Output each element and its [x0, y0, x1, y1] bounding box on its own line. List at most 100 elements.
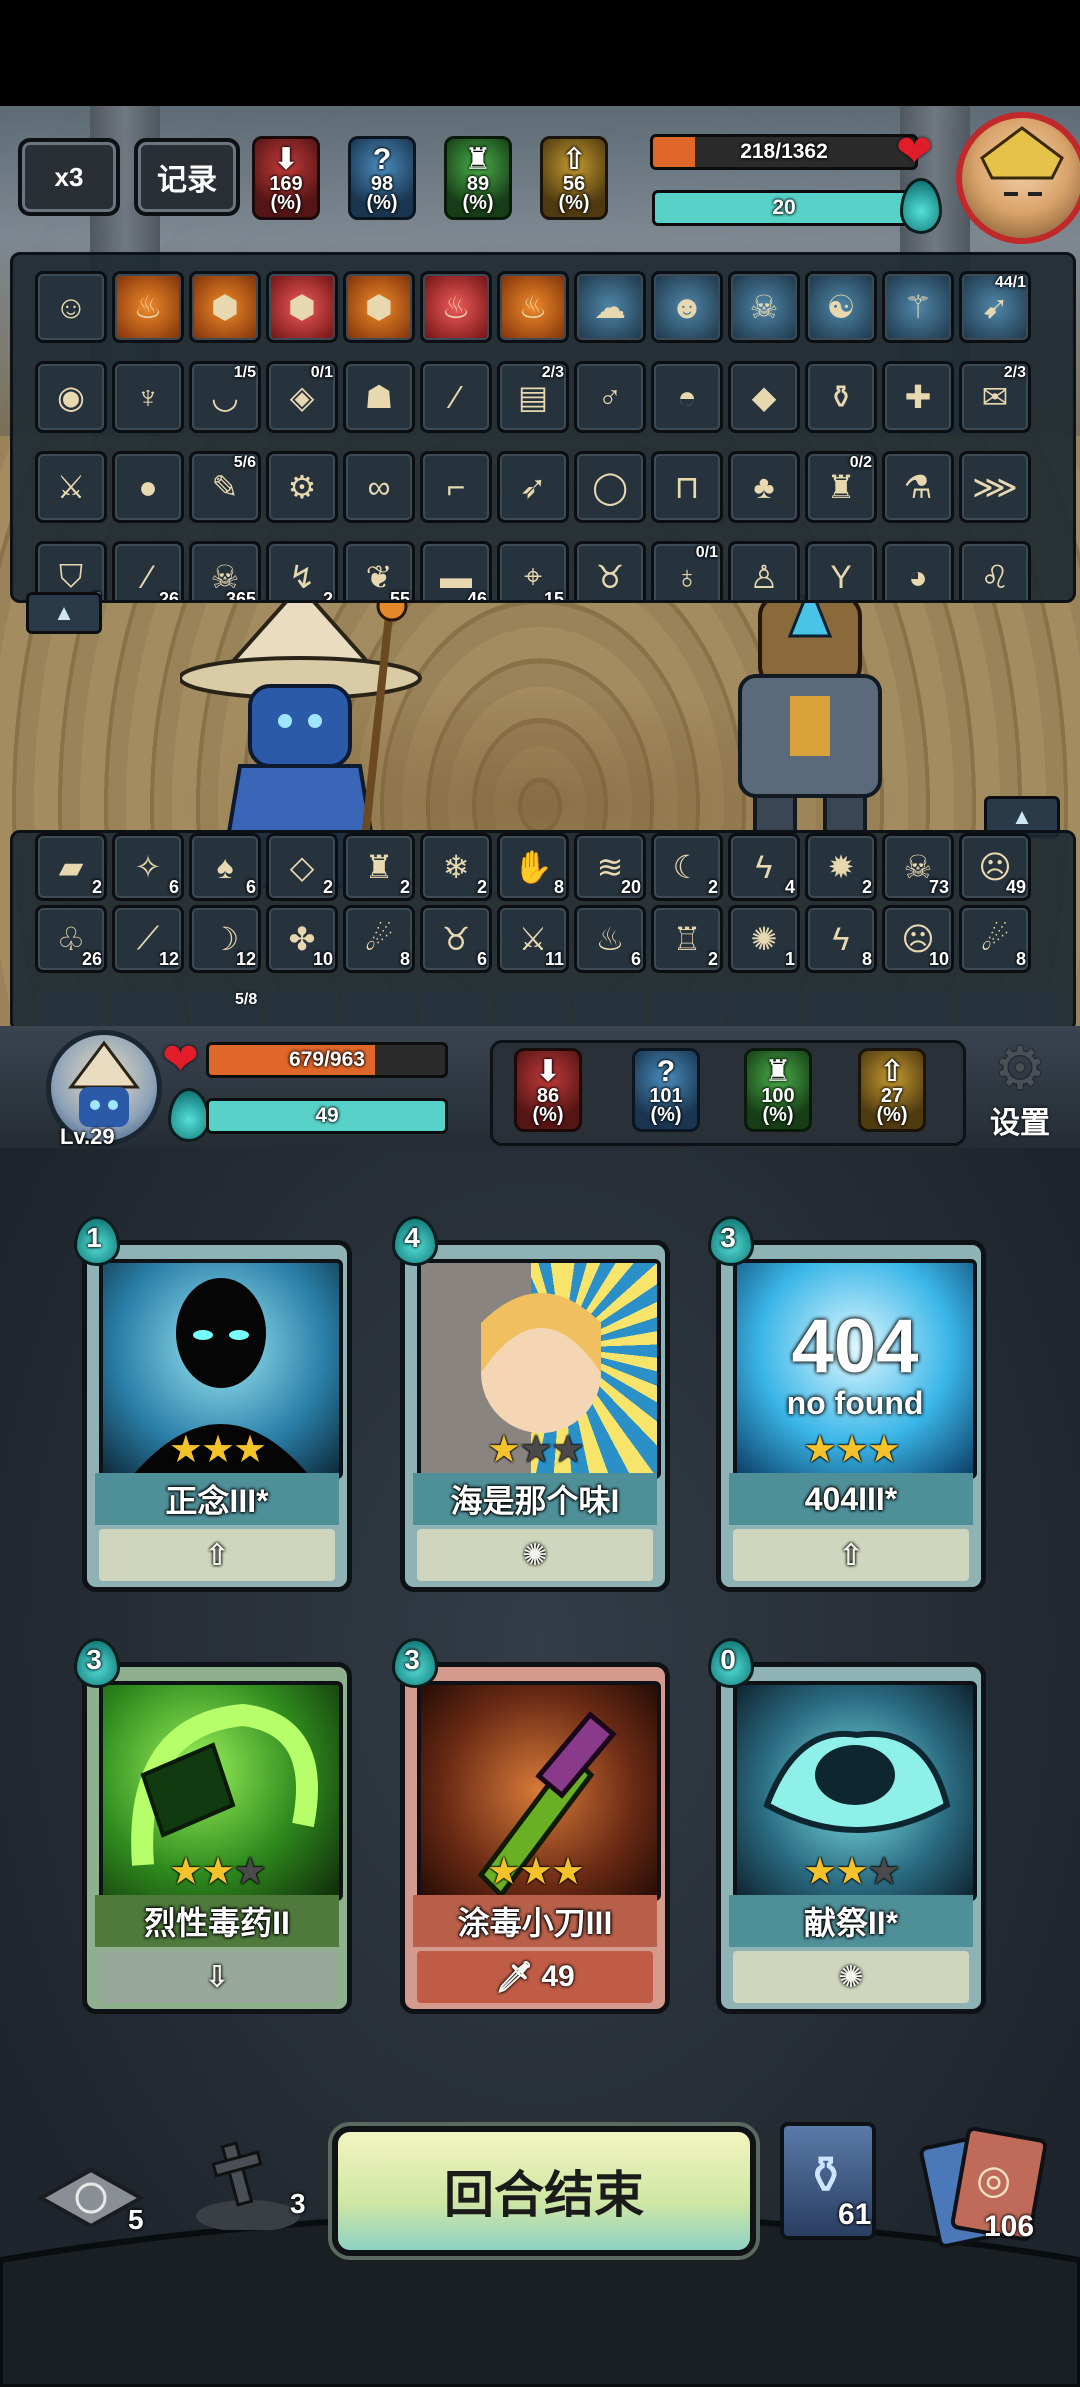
settings-button[interactable]: ⚙ 设置: [978, 1040, 1062, 1144]
hand-card[interactable]: ★★★ 海是那个味I ✺: [400, 1240, 670, 1592]
buff-slot[interactable]: ☄ 8: [343, 905, 415, 973]
relic-slot[interactable]: ♨: [420, 271, 492, 343]
gun-icon: ⌐: [446, 468, 466, 505]
relic-slot[interactable]: ●: [112, 451, 184, 523]
buff-slot[interactable]: ⟋ 12: [112, 905, 184, 973]
relic-slot[interactable]: ☗: [343, 361, 415, 433]
record-button[interactable]: 记录: [134, 138, 240, 216]
relic-slot[interactable]: ♆: [112, 361, 184, 433]
relic-slot[interactable]: ⌐: [420, 451, 492, 523]
relic-slot[interactable]: ♣: [728, 451, 800, 523]
relic-slot[interactable]: ∞: [343, 451, 415, 523]
relic-slot[interactable]: ☠ 365: [189, 541, 261, 600]
relic-slot[interactable]: ⚚: [882, 271, 954, 343]
relic-slot[interactable]: ✚: [882, 361, 954, 433]
relic-slot[interactable]: ◆: [728, 361, 800, 433]
buff-slot[interactable]: ♠ 6: [189, 833, 261, 901]
hand-card[interactable]: ★★★ 正念III* ⇧: [82, 1240, 352, 1592]
buff-slot[interactable]: ✺ 1: [728, 905, 800, 973]
relic-slot[interactable]: Y: [805, 541, 877, 600]
relic-slot[interactable]: ♌: [959, 541, 1031, 600]
relic-slot[interactable]: ⚙: [266, 451, 338, 523]
relic-slot[interactable]: ▬ 46: [420, 541, 492, 600]
relic-slot[interactable]: ☺: [35, 271, 107, 343]
buff-slot[interactable]: ✧ 6: [112, 833, 184, 901]
buff-slot[interactable]: ⚔ 11: [497, 905, 569, 973]
relic-slot[interactable]: ◈ 0/1: [266, 361, 338, 433]
buff-slot[interactable]: ϟ8: [805, 905, 877, 973]
buff-slot[interactable]: ☹ 10: [882, 905, 954, 973]
blue-blade-icon: ∕: [453, 378, 459, 415]
buff-slot[interactable]: ♖ 2: [651, 905, 723, 973]
relic-slot[interactable]: ⁄ 26: [112, 541, 184, 600]
buff-slot[interactable]: ≋ 20: [574, 833, 646, 901]
buff-slot[interactable]: ✹ 2: [805, 833, 877, 901]
collapse-relics-button[interactable]: ▲: [26, 592, 102, 634]
relic-slot[interactable]: ⋙: [959, 451, 1031, 523]
relic-slot[interactable]: ⬢: [189, 271, 261, 343]
buff-slot[interactable]: ♜ 2: [343, 833, 415, 901]
relic-slot[interactable]: ⬢: [266, 271, 338, 343]
buff-slot[interactable]: ϟ4: [728, 833, 800, 901]
hand-card[interactable]: 404 no found ★★★ 404III* ⇧: [716, 1240, 986, 1592]
relic-slot[interactable]: ⚱: [805, 361, 877, 433]
relic-slot[interactable]: ⊓: [651, 451, 723, 523]
buff-slot[interactable]: ☾ 2: [651, 833, 723, 901]
buff-slot[interactable]: ☹ 49: [959, 833, 1031, 901]
exhaust-pile[interactable]: 5: [36, 2160, 146, 2240]
hand-card[interactable]: ★★★ 烈性毒药II ⇩: [82, 1662, 352, 2014]
relic-slot[interactable]: ♙: [728, 541, 800, 600]
relic-slot[interactable]: ♂: [574, 361, 646, 433]
relic-slot[interactable]: ➶: [497, 451, 569, 523]
buff-slot[interactable]: ♧ 26: [35, 905, 107, 973]
relic-slot[interactable]: ◡ 1/5: [189, 361, 261, 433]
buff-slot[interactable]: ♨ 6: [574, 905, 646, 973]
relic-slot[interactable]: ◓: [651, 361, 723, 433]
relic-slot[interactable]: ♨: [112, 271, 184, 343]
relic-slot[interactable]: ☁: [574, 271, 646, 343]
speed-button[interactable]: x3: [18, 138, 120, 216]
relic-slot[interactable]: ⬢: [343, 271, 415, 343]
relic-slot[interactable]: ♁ 0/1: [651, 541, 723, 600]
buff-slot[interactable]: ☠ 73: [882, 833, 954, 901]
end-turn-button[interactable]: 回合结束: [332, 2126, 756, 2256]
relic-slot[interactable]: ☻: [651, 271, 723, 343]
buff-slot[interactable]: ✤ 10: [266, 905, 338, 973]
relic-slot[interactable]: ▤ 2/3: [497, 361, 569, 433]
hand-card[interactable]: ★★★ 涂毒小刀III 🗡 49: [400, 1662, 670, 2014]
relic-slot[interactable]: ☯: [805, 271, 877, 343]
relic-slot[interactable]: ➹ 44/1: [959, 271, 1031, 343]
red-sword-icon: ⚔: [56, 469, 86, 505]
relic-slot[interactable]: ◉: [35, 361, 107, 433]
buff-slot[interactable]: ♉ 6: [420, 905, 492, 973]
relic-slot[interactable]: ❦ 55: [343, 541, 415, 600]
relic-slot[interactable]: ♉: [574, 541, 646, 600]
buff-slot[interactable]: ☽ 12: [189, 905, 261, 973]
relic-slot[interactable]: ⚔: [35, 451, 107, 523]
relic-slot[interactable]: ∕: [420, 361, 492, 433]
relic-slot[interactable]: ♜ 0/2: [805, 451, 877, 523]
relic-slot[interactable]: ☠: [728, 271, 800, 343]
buff-slot[interactable]: ▰ 2: [35, 833, 107, 901]
bone-icon: ♂: [598, 378, 622, 415]
relic-slot[interactable]: ⚗: [882, 451, 954, 523]
scroll-icon: ✉: [981, 379, 1009, 415]
relic-slot[interactable]: ♨: [497, 271, 569, 343]
enemy-portrait[interactable]: [956, 112, 1080, 244]
player-hp-text: 679/963: [289, 1048, 365, 1071]
graveyard-pile[interactable]: 3: [188, 2130, 318, 2232]
draw-pile[interactable]: ⚱ 61: [780, 2122, 880, 2240]
buff-stack: 6: [630, 949, 641, 969]
buff-slot[interactable]: ✋ 8: [497, 833, 569, 901]
hand-card[interactable]: ★★★ 献祭II* ✺: [716, 1662, 986, 2014]
relic-slot[interactable]: ⌖ 15: [497, 541, 569, 600]
deck-pile[interactable]: ◎ 106: [918, 2125, 1064, 2250]
buff-slot[interactable]: ◇ 2: [266, 833, 338, 901]
buff-slot[interactable]: ❄ 2: [420, 833, 492, 901]
relic-slot[interactable]: ◕: [882, 541, 954, 600]
relic-slot[interactable]: ✉ 2/3: [959, 361, 1031, 433]
buff-slot[interactable]: ☄ 8: [959, 905, 1031, 973]
relic-slot[interactable]: ✎ 5/6: [189, 451, 261, 523]
relic-slot[interactable]: ◯: [574, 451, 646, 523]
relic-slot[interactable]: ↯ 2: [266, 541, 338, 600]
